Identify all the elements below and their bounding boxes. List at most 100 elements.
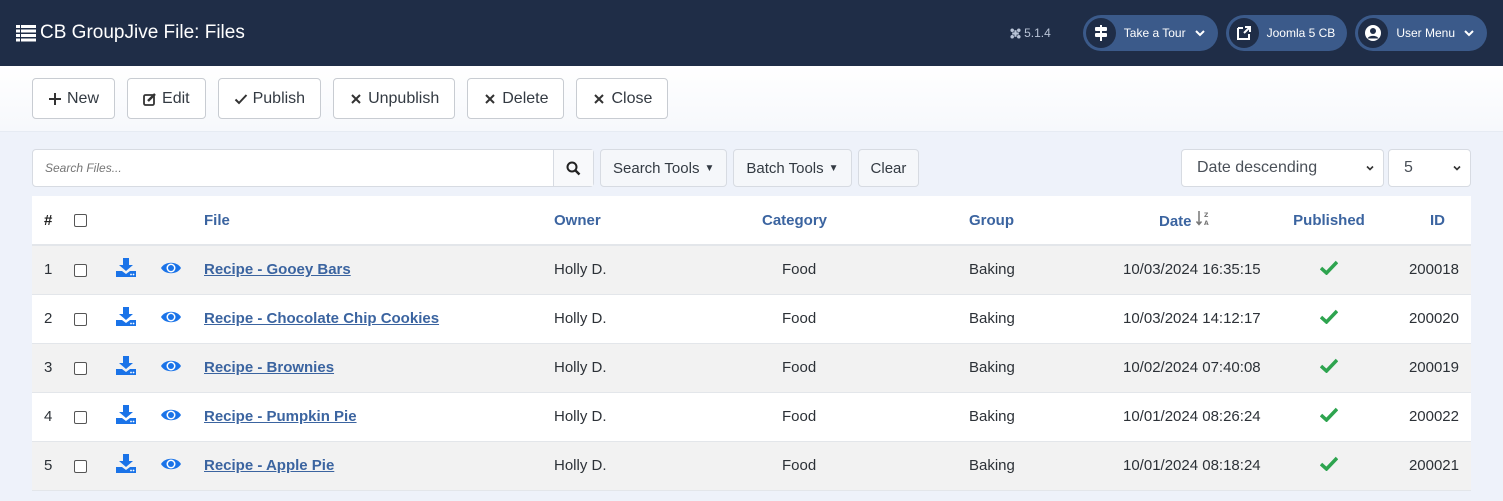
row-checkbox[interactable] [74,312,87,326]
version-label: 5.1.4 [1024,26,1051,40]
search-button[interactable] [553,150,593,186]
search-group [32,149,594,187]
row-owner: Holly D. [554,392,724,442]
search-icon [566,161,581,175]
col-category[interactable]: Category [724,196,949,246]
caret-down-icon: ▼ [704,162,715,174]
signpost-icon [1094,25,1107,41]
check-icon [234,93,247,104]
table-row: 5 Recipe - Apple Pie Holly D. Food Bakin… [32,441,1471,491]
times-icon [351,93,361,104]
view-eye-icon[interactable] [160,358,182,374]
chevron-down-icon [1366,165,1374,171]
row-category: Food [724,441,949,491]
list-icon [16,25,36,42]
joomla-icon [1010,27,1021,39]
site-link-button[interactable]: Joomla 5 CB [1225,15,1348,51]
caret-down-icon: ▼ [828,162,839,174]
view-eye-icon[interactable] [160,260,182,276]
row-num: 3 [32,343,74,393]
published-check-icon[interactable] [1319,456,1339,472]
row-group: Baking [949,245,1099,295]
clear-button[interactable]: Clear [857,149,920,187]
row-checkbox[interactable] [74,361,87,375]
row-category: Food [724,392,949,442]
view-eye-icon[interactable] [160,456,182,472]
batch-tools-label: Batch Tools [746,159,824,177]
times-icon [594,93,605,104]
col-owner[interactable]: Owner [554,196,724,246]
row-owner: Holly D. [554,245,724,295]
new-button[interactable]: New [32,78,116,119]
user-circle-icon [1365,25,1382,41]
col-date[interactable]: Date ZA [1099,196,1279,246]
new-label: New [67,89,100,107]
row-id: 200021 [1379,441,1471,491]
download-icon[interactable] [116,405,136,424]
file-link[interactable]: Recipe - Brownies [204,359,334,376]
download-icon[interactable] [116,307,136,326]
user-menu-button[interactable]: User Menu [1355,15,1487,51]
row-date: 10/01/2024 08:26:24 [1099,392,1279,442]
row-checkbox[interactable] [74,410,87,424]
col-group[interactable]: Group [949,196,1099,246]
view-eye-icon[interactable] [160,309,182,325]
table-row: 4 Recipe - Pumpkin Pie Holly D. Food Bak… [32,392,1471,442]
close-button[interactable]: Close [576,78,669,119]
published-check-icon[interactable] [1319,309,1339,325]
row-id: 200019 [1379,343,1471,393]
delete-button[interactable]: Delete [467,78,565,119]
col-checkall [74,196,116,246]
file-link[interactable]: Recipe - Pumpkin Pie [204,408,357,425]
take-tour-button[interactable]: Take a Tour [1082,15,1218,51]
external-link-icon [1236,26,1251,40]
col-file[interactable]: File [204,196,554,246]
edit-button[interactable]: Edit [127,78,206,119]
download-icon[interactable] [116,258,136,278]
download-icon[interactable] [116,454,136,473]
plus-icon [49,92,61,105]
row-group: Baking [949,441,1099,491]
batch-tools-button[interactable]: Batch Tools ▼ [733,149,852,187]
file-link[interactable]: Recipe - Chocolate Chip Cookies [204,310,439,327]
view-eye-icon[interactable] [160,407,182,423]
svg-text:A: A [1204,220,1209,226]
row-date: 10/03/2024 16:35:15 [1099,245,1279,295]
row-id: 200020 [1379,294,1471,344]
edit-icon [143,92,156,106]
user-menu-label: User Menu [1396,26,1455,40]
chevron-down-icon [1194,30,1205,37]
chevron-down-icon [1453,165,1461,171]
edit-label: Edit [162,89,190,107]
published-check-icon[interactable] [1319,260,1339,276]
check-all-checkbox[interactable] [74,214,87,228]
col-id[interactable]: ID [1379,196,1471,246]
row-group: Baking [949,343,1099,393]
row-checkbox[interactable] [74,459,87,473]
publish-button[interactable]: Publish [217,78,322,119]
row-date: 10/02/2024 07:40:08 [1099,343,1279,393]
search-input[interactable] [33,150,553,186]
table-header-row: # File Owner Category Group Date ZA Publ… [32,196,1471,246]
filter-bar: Search Tools ▼ Batch Tools ▼ Clear Date de… [32,149,1471,187]
row-owner: Holly D. [554,441,724,491]
unpublish-label: Unpublish [368,89,440,107]
publish-label: Publish [252,89,306,107]
search-tools-button[interactable]: Search Tools ▼ [600,149,728,187]
limit-select[interactable]: 5 [1388,149,1471,187]
download-icon[interactable] [116,356,136,375]
published-check-icon[interactable] [1319,358,1339,374]
chevron-down-icon [1464,30,1474,37]
col-published[interactable]: Published [1279,196,1379,246]
row-checkbox[interactable] [74,263,87,277]
col-num: # [32,196,74,246]
sort-desc-icon: ZA [1195,211,1209,227]
ordering-select[interactable]: Date descending [1181,149,1384,187]
search-tools-label: Search Tools [613,159,700,177]
file-link[interactable]: Recipe - Apple Pie [204,457,334,474]
row-group: Baking [949,294,1099,344]
unpublish-button[interactable]: Unpublish [333,78,456,119]
published-check-icon[interactable] [1319,407,1339,423]
file-link[interactable]: Recipe - Gooey Bars [204,261,351,278]
limit-value: 5 [1404,159,1413,176]
